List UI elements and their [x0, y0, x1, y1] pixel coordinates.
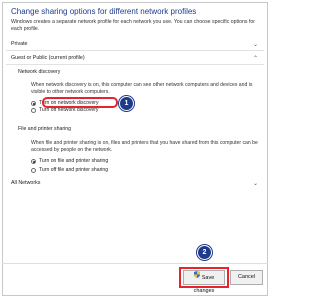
- cancel-button[interactable]: Cancel: [230, 270, 263, 285]
- section-private[interactable]: Private ⌄: [6, 40, 264, 51]
- radio-label: Turn off file and printer sharing: [39, 167, 109, 173]
- network-discovery-description: When network discovery is on, this compu…: [31, 82, 253, 95]
- section-guest-public[interactable]: Guest or Public (current profile) ⌃: [6, 54, 264, 65]
- radio-turn-off-file-printer-sharing[interactable]: Turn off file and printer sharing: [31, 166, 108, 174]
- file-printer-sharing-title: File and printer sharing: [18, 126, 72, 132]
- save-changes-button[interactable]: Save changes: [183, 270, 225, 294]
- radio-unselected-icon[interactable]: [31, 107, 36, 113]
- radio-selected-icon[interactable]: [31, 100, 36, 106]
- page-intro: Windows creates a separate network profi…: [11, 19, 255, 32]
- file-printer-sharing-description: When file and printer sharing is on, fil…: [31, 140, 258, 153]
- uac-shield-icon: [193, 271, 200, 284]
- section-all-networks-label: All Networks: [11, 180, 41, 186]
- chevron-down-icon[interactable]: ⌄: [253, 181, 258, 187]
- radio-unselected-icon[interactable]: [31, 167, 36, 173]
- radio-selected-icon[interactable]: [31, 158, 36, 164]
- chevron-up-icon[interactable]: ⌃: [253, 56, 258, 62]
- section-all-networks[interactable]: All Networks ⌄: [6, 179, 264, 190]
- radio-turn-on-file-printer-sharing[interactable]: Turn on file and printer sharing: [31, 157, 108, 165]
- step-badge-2: 2: [197, 245, 212, 260]
- step-badge-1: 1: [119, 96, 134, 111]
- chevron-down-icon[interactable]: ⌄: [253, 42, 258, 48]
- section-private-label: Private: [11, 41, 28, 47]
- radio-label: Turn on file and printer sharing: [39, 158, 109, 164]
- section-guest-public-label: Guest or Public (current profile): [11, 55, 85, 61]
- highlight-box: [42, 97, 118, 108]
- page-title: Change sharing options for different net…: [11, 7, 197, 16]
- network-discovery-title: Network discovery: [18, 69, 61, 75]
- footer-divider: [2, 263, 268, 264]
